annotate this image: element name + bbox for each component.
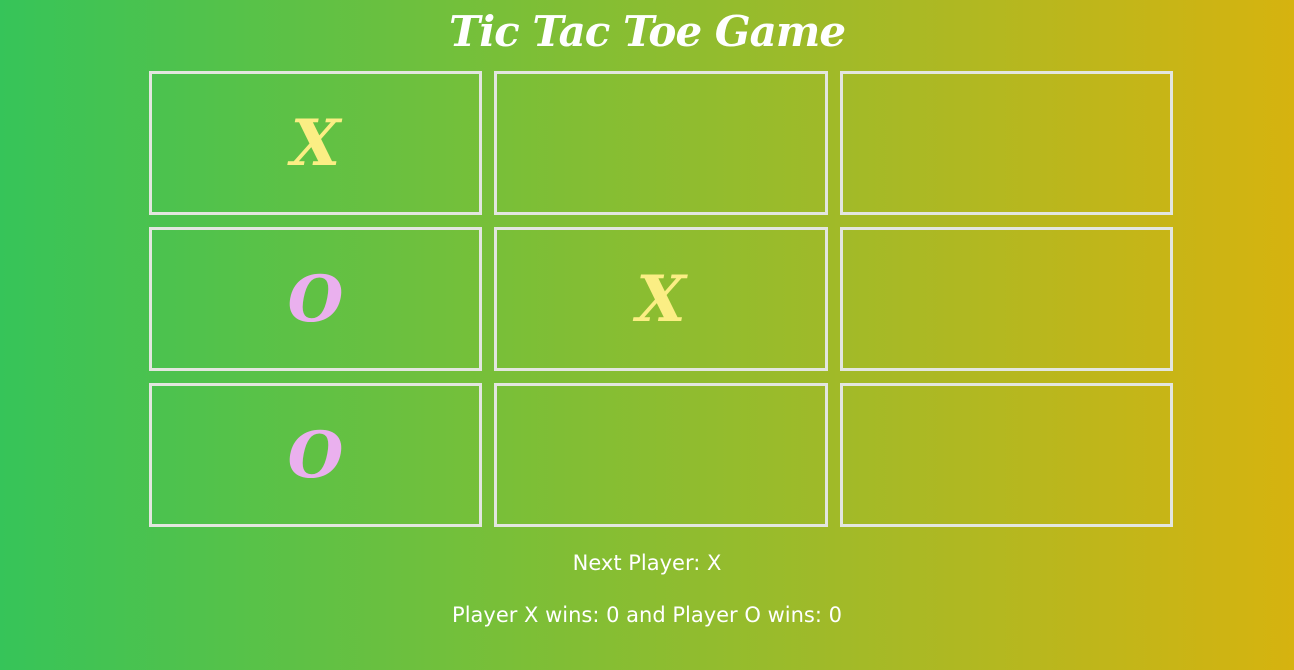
next-player-status: Next Player: X — [572, 551, 722, 575]
score-status: Player X wins: 0 and Player O wins: 0 — [452, 603, 842, 627]
board-cell-1[interactable]: X — [149, 71, 482, 215]
board-cell-2[interactable] — [494, 71, 828, 215]
board-cell-8[interactable] — [494, 383, 828, 527]
page-title: Tic Tac Toe Game — [448, 7, 846, 56]
game-board: X O X O — [149, 71, 1174, 527]
board-cell-5[interactable]: X — [494, 227, 828, 371]
board-cell-3[interactable] — [840, 71, 1173, 215]
board-cell-7[interactable]: O — [149, 383, 482, 527]
board-cell-4[interactable]: O — [149, 227, 482, 371]
board-cell-6[interactable] — [840, 227, 1173, 371]
board-cell-9[interactable] — [840, 383, 1173, 527]
